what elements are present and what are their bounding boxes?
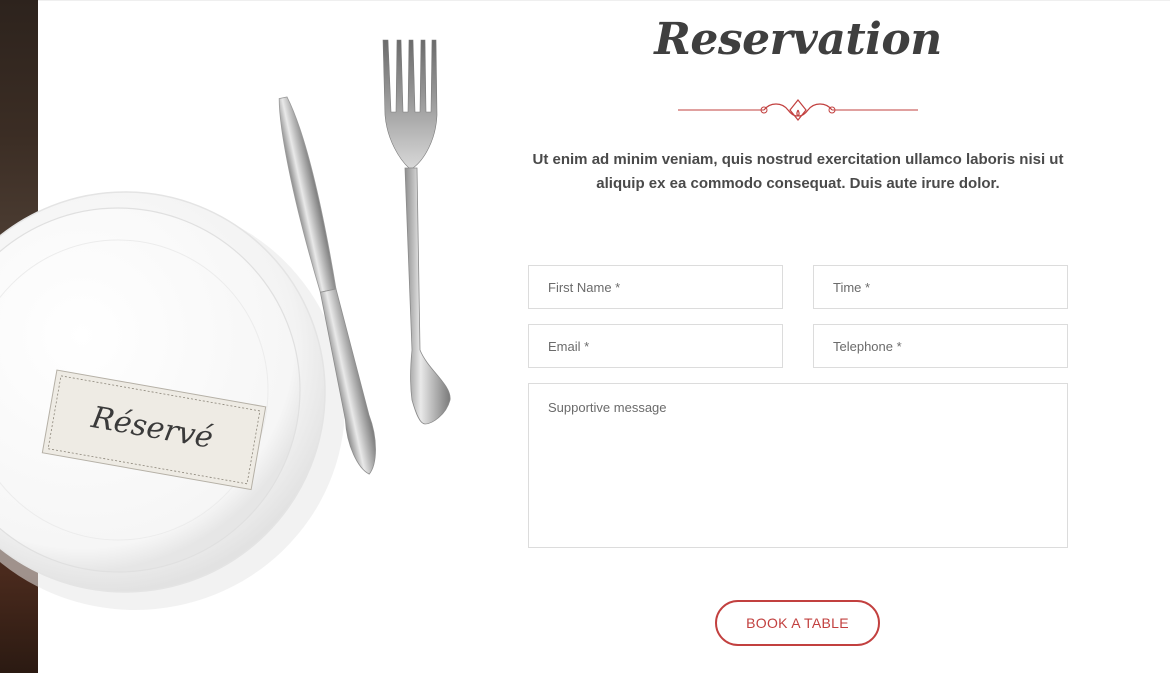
- time-input[interactable]: [813, 265, 1068, 309]
- intro-text: Ut enim ad minim veniam, quis nostrud ex…: [532, 151, 1064, 192]
- table-setting-image: Réservé: [0, 39, 451, 610]
- page-title: Reservation: [654, 14, 942, 65]
- first-name-input[interactable]: [528, 265, 783, 309]
- fork-icon: [382, 39, 451, 425]
- book-a-table-button[interactable]: BOOK A TABLE: [715, 600, 880, 646]
- email-input[interactable]: [528, 324, 783, 368]
- message-textarea[interactable]: [528, 383, 1068, 548]
- telephone-input[interactable]: [813, 324, 1068, 368]
- ornament-divider-icon: [678, 99, 918, 121]
